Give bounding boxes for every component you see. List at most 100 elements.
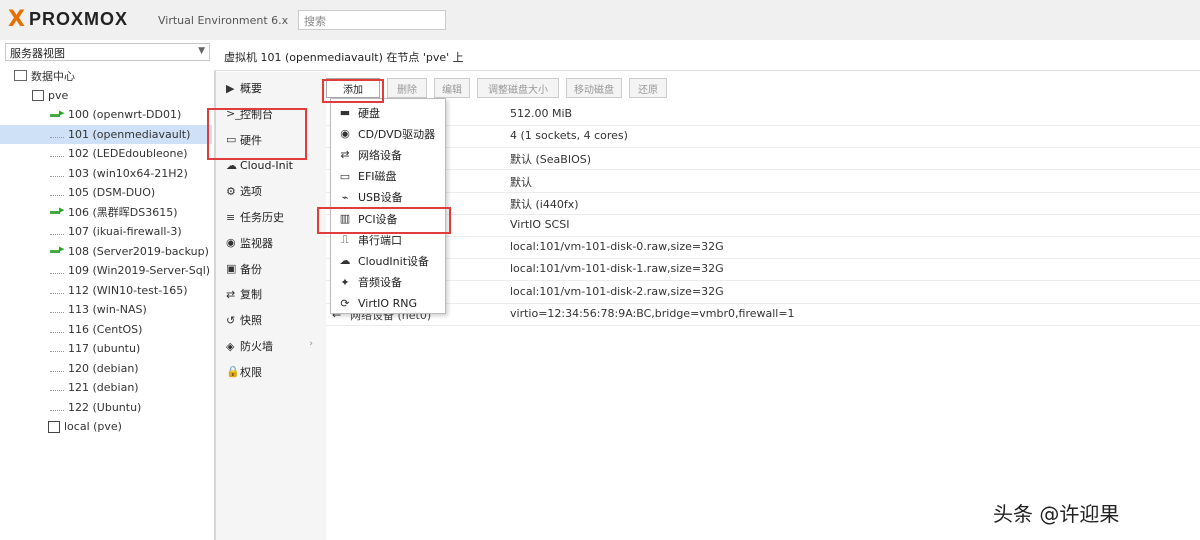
tree-item-node[interactable]: pve bbox=[0, 86, 212, 105]
hardware-row[interactable]: ◎SCSI控制器VirtIO SCSI bbox=[326, 214, 1200, 237]
resize-disk-button[interactable]: 调整磁盘大小 bbox=[477, 78, 559, 98]
hardware-row[interactable]: ⇄网络设备 (net0)virtio=12:34:56:78:9A:BC,bri… bbox=[326, 303, 1200, 326]
vm-nav-label: 备份 bbox=[240, 262, 262, 276]
hardware-row[interactable]: ▦内存512.00 MiB bbox=[326, 103, 1200, 126]
tree-item-vm[interactable]: 106 (黑群晖DS3615) bbox=[0, 203, 212, 222]
hardware-row[interactable]: ▢显示默认 bbox=[326, 170, 1200, 193]
view-selector[interactable]: 服务器视图 ▼ bbox=[5, 43, 210, 61]
hardware-row[interactable]: ▬硬盘 (sata1)local:101/vm-101-disk-1.raw,s… bbox=[326, 258, 1200, 282]
watermark-text: 头条 @许迎果 bbox=[993, 502, 1120, 526]
add-menu-icon: ☁ bbox=[339, 254, 351, 268]
add-menu-icon: ⎍ bbox=[341, 232, 349, 246]
vm-nav-item[interactable]: ▣ 备份 bbox=[226, 260, 321, 278]
datacenter-icon bbox=[14, 70, 27, 81]
vm-nav-item[interactable]: 🔒 权限 bbox=[226, 363, 321, 381]
vm-nav-icon: ◉ bbox=[226, 236, 236, 250]
add-menu-label: 硬盘 bbox=[358, 106, 380, 120]
vm-nav-label: 选项 bbox=[240, 185, 262, 199]
vm-nav-label: 监视器 bbox=[240, 236, 273, 250]
vm-nav-item[interactable]: ⇄ 复制 bbox=[226, 285, 321, 303]
tree-node-label: pve bbox=[48, 88, 69, 102]
hardware-row[interactable]: ▬硬盘 (sata0)local:101/vm-101-disk-0.raw,s… bbox=[326, 236, 1200, 260]
hardware-row[interactable]: ⚙机型默认 (i440fx) bbox=[326, 192, 1200, 215]
tree-item-vm[interactable]: 101 (openmediavault) bbox=[0, 124, 212, 144]
tree-vm-label: 105 (DSM-DUO) bbox=[68, 186, 156, 199]
tree-item-vm[interactable]: 107 (ikuai-firewall-3) bbox=[0, 222, 212, 241]
add-menu-label: 串行端口 bbox=[358, 233, 402, 247]
add-menu-item[interactable]: ⌁ USB设备 bbox=[331, 187, 445, 208]
hardware-toolbar: 添加 删除 编辑 调整磁盘大小 移动磁盘 还原 bbox=[326, 78, 1200, 98]
vm-nav-item[interactable]: ↺ 快照 bbox=[226, 311, 321, 329]
proxmox-logo[interactable]: X PROXMOX bbox=[8, 6, 128, 32]
tree-item-vm[interactable]: 109 (Win2019-Server-Sql) bbox=[0, 261, 212, 280]
vm-nav-icon: ▣ bbox=[226, 262, 237, 276]
tree-vm-label: 106 (黑群晖DS3615) bbox=[68, 206, 178, 219]
hardware-row[interactable]: ▭BIOS默认 (SeaBIOS) bbox=[326, 147, 1200, 171]
edit-button[interactable]: 编辑 bbox=[434, 78, 470, 98]
add-dropdown-menu: ▬ 硬盘 ◉ CD/DVD驱动器 ⇄ 网络设备 ▭ EFI磁盘 ⌁ USB设备 ▥ PCI设备 ⎍ 串行端… bbox=[330, 98, 446, 314]
vm-icon bbox=[50, 150, 64, 157]
tree-vm-label: 101 (openmediavault) bbox=[68, 127, 191, 141]
breadcrumb-text: 虚拟机 101 (openmediavault) 在节点 'pve' 上 bbox=[224, 51, 464, 64]
hardware-value: local:101/vm-101-disk-2.raw,size=32G bbox=[510, 284, 724, 298]
vm-nav-label: 复制 bbox=[240, 288, 262, 302]
tree-vm-label: 122 (Ubuntu) bbox=[68, 400, 142, 414]
vm-icon bbox=[50, 267, 64, 274]
vm-nav-item[interactable]: ◈ 防火墙 › bbox=[226, 337, 321, 355]
vm-nav-icon: ↺ bbox=[226, 313, 236, 327]
tree-item-vm[interactable]: 122 (Ubuntu) bbox=[0, 398, 212, 417]
add-menu-label: USB设备 bbox=[358, 191, 403, 205]
hardware-row[interactable]: ▬硬盘 (sata2)local:101/vm-101-disk-2.raw,s… bbox=[326, 281, 1200, 304]
add-menu-label: VirtIO RNG bbox=[358, 296, 417, 310]
hardware-row[interactable]: ▤处理器4 (1 sockets, 4 cores) bbox=[326, 125, 1200, 149]
vm-nav-item[interactable]: ▶ 概要 bbox=[226, 79, 321, 97]
vm-nav-item[interactable]: ◉ 监视器 bbox=[226, 234, 321, 252]
tree-vm-label: 102 (LEDEdoubleone) bbox=[68, 147, 188, 160]
vm-nav-item[interactable]: ≡ 任务历史 bbox=[226, 208, 321, 226]
add-menu-item[interactable]: ▭ EFI磁盘 bbox=[331, 166, 445, 187]
tree-item-vm[interactable]: 103 (win10x64-21H2) bbox=[0, 164, 212, 183]
tree-vm-label: 109 (Win2019-Server-Sql) bbox=[68, 264, 211, 277]
chevron-right-icon: › bbox=[309, 339, 313, 349]
vm-icon bbox=[50, 287, 64, 294]
search-input[interactable]: 搜索 bbox=[298, 10, 446, 30]
tree-item-vm[interactable]: 112 (WIN10-test-165) bbox=[0, 281, 212, 300]
product-version: Virtual Environment 6.x bbox=[158, 14, 289, 27]
tree-item-vm[interactable]: 108 (Server2019-backup) bbox=[0, 242, 212, 261]
tree-item-vm[interactable]: 105 (DSM-DUO) bbox=[0, 183, 212, 202]
tree-item-vm[interactable]: 100 (openwrt-DD01) bbox=[0, 105, 212, 124]
proxmox-x-icon: X bbox=[8, 6, 25, 32]
add-menu-item[interactable]: ☁ CloudInit设备 bbox=[331, 250, 445, 271]
vm-nav-icon: 🔒 bbox=[226, 365, 240, 379]
tree-item-datacenter[interactable]: 数据中心 bbox=[0, 66, 212, 85]
tree-item-vm[interactable]: 116 (CentOS) bbox=[0, 320, 212, 339]
add-menu-icon: ⇄ bbox=[340, 148, 350, 162]
add-menu-item[interactable]: ✦ 音频设备 bbox=[331, 272, 445, 293]
hardware-panel: 添加 删除 编辑 调整磁盘大小 移动磁盘 还原 ▦内存512.00 MiB▤处理… bbox=[326, 72, 1200, 540]
tree-storage-label: local (pve) bbox=[64, 420, 122, 433]
move-disk-button[interactable]: 移动磁盘 bbox=[566, 78, 622, 98]
tree-item-vm[interactable]: 113 (win-NAS) bbox=[0, 300, 212, 319]
vm-nav-item[interactable]: ⚙ 选项 bbox=[226, 182, 321, 200]
remove-button[interactable]: 删除 bbox=[387, 78, 427, 98]
tree-item-vm[interactable]: 120 (debian) bbox=[0, 359, 212, 378]
add-menu-item[interactable]: ⇄ 网络设备 bbox=[331, 144, 445, 165]
vm-nav-icon: ≡ bbox=[226, 210, 236, 224]
add-menu-item[interactable]: ▬ 硬盘 bbox=[331, 102, 445, 123]
tree-item-vm[interactable]: 121 (debian) bbox=[0, 378, 212, 397]
proxmox-wordmark: PROXMOX bbox=[28, 9, 128, 29]
add-menu-item[interactable]: ⟳ VirtIO RNG bbox=[331, 293, 445, 314]
hardware-value: virtio=12:34:56:78:9A:BC,bridge=vmbr0,fi… bbox=[510, 306, 795, 320]
vm-icon bbox=[50, 404, 64, 411]
tree-vm-label: 120 (debian) bbox=[68, 361, 139, 375]
tree-item-vm[interactable]: 102 (LEDEdoubleone) bbox=[0, 144, 212, 163]
vm-icon bbox=[50, 245, 64, 256]
tree-vm-label: 113 (win-NAS) bbox=[68, 303, 147, 316]
add-menu-item[interactable]: ◉ CD/DVD驱动器 bbox=[331, 123, 445, 144]
revert-button[interactable]: 还原 bbox=[629, 78, 667, 98]
tree-item-storage[interactable]: local (pve) bbox=[0, 417, 212, 436]
highlight-add-button bbox=[322, 79, 384, 103]
tree-item-vm[interactable]: 117 (ubuntu) bbox=[0, 339, 212, 358]
vm-nav-icon: ▶ bbox=[226, 81, 235, 95]
vm-icon bbox=[50, 109, 64, 120]
